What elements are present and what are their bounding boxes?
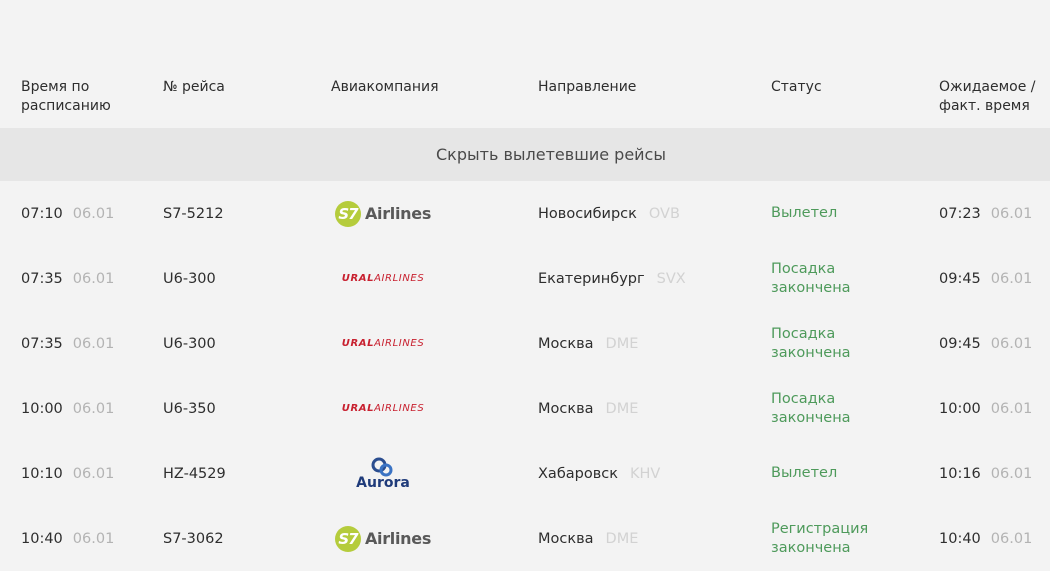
flight-number[interactable]: S7-3062 (163, 506, 224, 571)
direction-cell: Хабаровск KHV (538, 441, 660, 506)
airport-code: OVB (648, 205, 680, 222)
ural-airlines-logo: URAL AIRLINES (341, 403, 425, 414)
expected-time-cell: 10:00 06.01 (939, 376, 1032, 441)
destination-city: Москва (538, 335, 594, 352)
s7-logo: S7 Airlines (334, 525, 432, 552)
scheduled-date: 06.01 (72, 530, 115, 547)
expected-time-cell: 09:45 06.01 (939, 311, 1032, 376)
flight-number[interactable]: U6-300 (163, 311, 216, 376)
table-row[interactable]: 07:35 06.01 U6-300 URAL AIRLINES Екатерин… (0, 246, 1050, 311)
expected-time: 09:45 (939, 270, 981, 287)
direction-cell: Екатеринбург SVX (538, 246, 686, 311)
direction-cell: Москва DME (538, 506, 638, 571)
s7-word: Airlines (364, 529, 432, 548)
airport-code: DME (605, 335, 639, 352)
status-text: Посадка закончена (771, 325, 851, 361)
scheduled-date: 06.01 (72, 270, 115, 287)
expected-date: 06.01 (990, 530, 1033, 547)
destination-city: Екатеринбург (538, 270, 645, 287)
expected-time: 10:40 (939, 530, 981, 547)
table-header: Время по расписанию № рейса Авиакомпания… (0, 78, 1050, 128)
expected-time-cell: 10:16 06.01 (939, 441, 1032, 506)
destination-city: Новосибирск (538, 205, 637, 222)
airline-logo: URAL AIRLINES (328, 246, 438, 311)
airline-logo: URAL AIRLINES (328, 376, 438, 441)
header-status: Статус (771, 79, 822, 95)
scheduled-time: 07:35 (21, 270, 63, 287)
flight-number[interactable]: U6-350 (163, 376, 216, 441)
header-expected-time: Ожидаемое / факт. время (939, 79, 1036, 114)
expected-time: 10:16 (939, 465, 981, 482)
header-airline: Авиакомпания (331, 79, 439, 95)
airport-code: SVX (656, 270, 686, 287)
airline-logo: S7 Airlines (328, 506, 438, 571)
table-row[interactable]: 07:10 06.01 S7-5212 S7 Airlines Новосибир… (0, 181, 1050, 246)
status-text: Вылетел (771, 465, 838, 481)
header-direction: Направление (538, 79, 637, 95)
ural-airlines-logo: URAL AIRLINES (341, 273, 425, 284)
aurora-logo: Aurora (356, 457, 410, 491)
flight-number[interactable]: U6-300 (163, 246, 216, 311)
s7-logo: S7 Airlines (334, 200, 432, 227)
airline-logo: URAL AIRLINES (328, 311, 438, 376)
scheduled-time: 10:00 (21, 400, 63, 417)
scheduled-time-cell: 10:40 06.01 (21, 506, 114, 571)
s7-word: Airlines (364, 204, 432, 223)
airport-code: KHV (630, 465, 661, 482)
direction-cell: Новосибирск OVB (538, 181, 680, 246)
scheduled-time: 10:10 (21, 465, 63, 482)
scheduled-time: 07:10 (21, 205, 63, 222)
scheduled-date: 06.01 (72, 465, 115, 482)
status-text: Вылетел (771, 205, 838, 221)
direction-cell: Москва DME (538, 376, 638, 441)
hide-departed-label: Скрыть вылетевшие рейсы (436, 145, 666, 164)
departures-board: Время по расписанию № рейса Авиакомпания… (0, 0, 1050, 569)
scheduled-time: 07:35 (21, 335, 63, 352)
destination-city: Хабаровск (538, 465, 618, 482)
destination-city: Москва (538, 400, 594, 417)
scheduled-date: 06.01 (72, 335, 115, 352)
aurora-mark-icon (371, 457, 393, 476)
table-row[interactable]: 10:10 06.01 HZ-4529 Aurora Хабаровск KHV… (0, 441, 1050, 506)
status-text: Регистрация закончена (771, 520, 869, 556)
expected-time-cell: 07:23 06.01 (939, 181, 1032, 246)
table-row[interactable]: 07:35 06.01 U6-300 URAL AIRLINES Москва D… (0, 311, 1050, 376)
table-row[interactable]: 10:00 06.01 U6-350 URAL AIRLINES Москва D… (0, 376, 1050, 441)
expected-date: 06.01 (990, 335, 1033, 352)
direction-cell: Москва DME (538, 311, 638, 376)
ural-airlines-logo: URAL AIRLINES (341, 338, 425, 349)
expected-time-cell: 09:45 06.01 (939, 246, 1032, 311)
expected-date: 06.01 (990, 400, 1033, 417)
status-text: Посадка закончена (771, 260, 851, 296)
destination-city: Москва (538, 530, 594, 547)
expected-date: 06.01 (990, 270, 1033, 287)
s7-mark: S7 (334, 200, 361, 227)
s7-mark: S7 (334, 525, 361, 552)
status-text: Посадка закончена (771, 390, 851, 426)
scheduled-time-cell: 07:35 06.01 (21, 311, 114, 376)
scheduled-time-cell: 07:35 06.01 (21, 246, 114, 311)
scheduled-date: 06.01 (72, 205, 115, 222)
header-flight-number: № рейса (163, 79, 225, 95)
expected-date: 06.01 (990, 465, 1033, 482)
airport-code: DME (605, 400, 639, 417)
scheduled-time-cell: 10:10 06.01 (21, 441, 114, 506)
hide-departed-toggle[interactable]: Скрыть вылетевшие рейсы (0, 128, 1050, 181)
expected-date: 06.01 (990, 205, 1033, 222)
expected-time: 10:00 (939, 400, 981, 417)
airport-code: DME (605, 530, 639, 547)
expected-time: 07:23 (939, 205, 981, 222)
expected-time: 09:45 (939, 335, 981, 352)
scheduled-time-cell: 10:00 06.01 (21, 376, 114, 441)
airline-logo: S7 Airlines (328, 181, 438, 246)
scheduled-time: 10:40 (21, 530, 63, 547)
table-row[interactable]: 10:40 06.01 S7-3062 S7 Airlines Москва DM… (0, 506, 1050, 571)
expected-time-cell: 10:40 06.01 (939, 506, 1032, 571)
scheduled-date: 06.01 (72, 400, 115, 417)
flight-number[interactable]: HZ-4529 (163, 441, 226, 506)
flight-number[interactable]: S7-5212 (163, 181, 224, 246)
airline-logo: Aurora (328, 441, 438, 506)
header-scheduled-time: Время по расписанию (21, 79, 111, 114)
scheduled-time-cell: 07:10 06.01 (21, 181, 114, 246)
